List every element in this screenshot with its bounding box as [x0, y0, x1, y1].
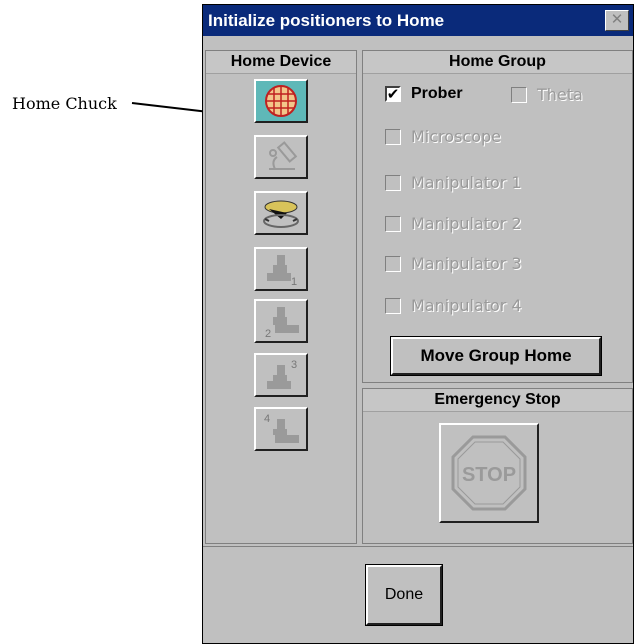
move-group-home-button[interactable]: Move Group Home	[390, 336, 602, 376]
dialog-title: Initialize positioners to Home	[203, 5, 633, 36]
emergency-stop-button[interactable]: STOP	[439, 423, 539, 523]
prober-checkbox[interactable]: ✔	[385, 85, 401, 103]
chuck-icon	[265, 85, 297, 117]
stop-sign-icon: STOP	[451, 435, 527, 511]
close-icon: ✕	[610, 11, 624, 28]
manipulator-3-checkbox-row[interactable]: Manipulator 3	[385, 254, 522, 273]
microscope-checkbox-row[interactable]: Microscope	[385, 127, 501, 146]
manipulator-number: 1	[291, 276, 297, 287]
dialog-footer: Done	[203, 546, 633, 643]
home-manipulator-3-button[interactable]: 3	[254, 353, 308, 397]
theta-label: Theta	[537, 85, 583, 104]
home-chuck-button[interactable]	[254, 79, 308, 123]
prober-label: Prober	[411, 85, 463, 102]
manipulator-2-label: Manipulator 2	[411, 214, 522, 233]
done-button[interactable]: Done	[365, 564, 443, 626]
manipulator-1-label: Manipulator 1	[411, 173, 522, 192]
manipulator-4-checkbox[interactable]	[385, 297, 401, 314]
home-manipulator-1-button[interactable]: 1	[254, 247, 308, 291]
manipulator-number: 4	[264, 413, 270, 425]
microscope-checkbox[interactable]	[385, 128, 401, 145]
prober-checkbox-row[interactable]: ✔ Prober	[385, 85, 463, 103]
home-group-header: Home Group	[363, 51, 632, 74]
microscope-label: Microscope	[411, 127, 501, 146]
manipulator-4-label: Manipulator 4	[411, 296, 522, 315]
manipulator-4-icon: 4	[264, 413, 299, 443]
home-group-panel: Home Group ✔ Prober Theta Microscope Man…	[362, 50, 633, 383]
manipulator-3-icon: 3	[267, 359, 297, 389]
manipulator-2-icon: 2	[265, 307, 299, 339]
emergency-stop-panel: Emergency Stop STOP	[362, 388, 633, 544]
callout-label: Home Chuck	[12, 94, 117, 113]
microscope-icon	[269, 141, 298, 170]
manipulator-2-checkbox-row[interactable]: Manipulator 2	[385, 214, 522, 233]
manipulator-number: 3	[291, 359, 297, 371]
home-microscope-button[interactable]	[254, 135, 308, 179]
home-platen-button[interactable]	[254, 191, 308, 235]
prober-platen-icon	[263, 200, 299, 228]
theta-checkbox-row[interactable]: Theta	[511, 85, 583, 104]
home-dialog: Initialize positioners to Home ✕ Home De…	[202, 4, 634, 644]
home-manipulator-2-button[interactable]: 2	[254, 299, 308, 343]
check-icon: ✔	[386, 85, 400, 103]
manipulator-1-checkbox[interactable]	[385, 174, 401, 191]
manipulator-4-checkbox-row[interactable]: Manipulator 4	[385, 296, 522, 315]
manipulator-2-checkbox[interactable]	[385, 215, 401, 232]
home-manipulator-4-button[interactable]: 4	[254, 407, 308, 451]
manipulator-3-checkbox[interactable]	[385, 255, 401, 272]
manipulator-number: 2	[265, 328, 271, 339]
theta-checkbox[interactable]	[511, 86, 527, 103]
emergency-stop-header: Emergency Stop	[363, 389, 632, 412]
home-device-header: Home Device	[206, 51, 356, 74]
home-device-panel: Home Device 1 2 3 4	[205, 50, 357, 544]
stop-text: STOP	[462, 464, 516, 486]
manipulator-1-icon: 1	[267, 255, 297, 287]
close-button[interactable]: ✕	[605, 10, 629, 31]
manipulator-3-label: Manipulator 3	[411, 254, 522, 273]
manipulator-1-checkbox-row[interactable]: Manipulator 1	[385, 173, 522, 192]
